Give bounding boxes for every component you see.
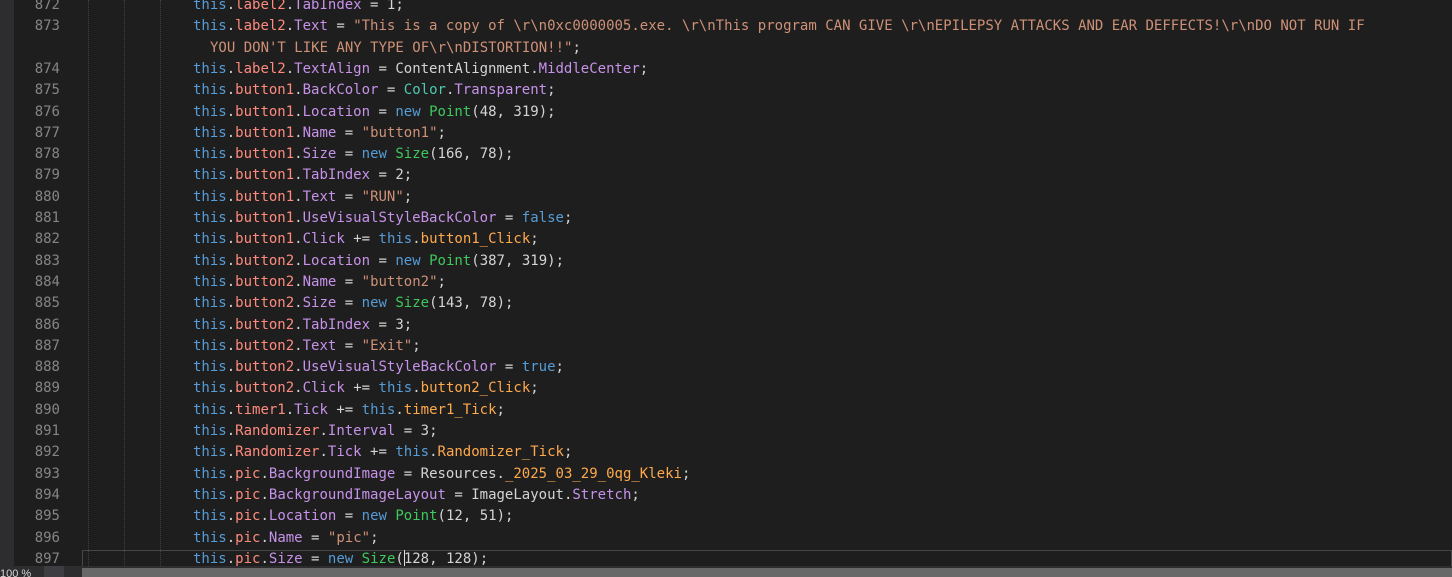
line-number: 874: [34, 60, 60, 77]
code-text[interactable]: this.pic.BackgroundImageLayout = ImageLa…: [193, 485, 640, 506]
code-text[interactable]: this.timer1.Tick += this.timer1_Tick;: [193, 400, 505, 421]
line-number: 881: [34, 210, 60, 226]
code-text[interactable]: this.button1.TabIndex = 2;: [193, 165, 412, 186]
line-number: 883: [34, 252, 60, 269]
code-line[interactable]: 893 this.pic.BackgroundImage = Resources.…: [0, 464, 1452, 485]
code-text[interactable]: this.Randomizer.Tick += this.Randomizer_…: [193, 442, 572, 463]
code-line[interactable]: 892 this.Randomizer.Tick += this.Randomiz…: [0, 442, 1452, 463]
code-line-wrapped[interactable]: YOU DON'T LIKE ANY TYPE OF\r\nDISTORTION…: [0, 38, 1452, 59]
line-number: 875: [34, 82, 60, 99]
line-number: 872: [34, 0, 60, 13]
code-text[interactable]: this.pic.BackgroundImage = Resources._20…: [193, 464, 690, 485]
code-line[interactable]: 891 this.Randomizer.Interval = 3;: [0, 421, 1452, 442]
line-number: 879: [34, 167, 60, 184]
line-number: 886: [34, 316, 60, 333]
line-number: 889: [34, 380, 60, 397]
code-line[interactable]: 896 this.pic.Name = "pic";: [0, 528, 1452, 549]
line-number: 891: [34, 423, 60, 439]
code-text[interactable]: this.button2.Text = "Exit";: [193, 336, 421, 357]
code-line[interactable]: 878 this.button1.Size = new Size(166, 78)…: [0, 144, 1452, 165]
zoom-level[interactable]: 100 %: [0, 569, 31, 577]
code-line[interactable]: 873 this.label2.Text = "This is a copy of…: [0, 16, 1452, 37]
code-text[interactable]: this.button1.Size = new Size(166, 78);: [193, 144, 513, 165]
line-number: 897: [34, 550, 60, 566]
status-bar: 100 %: [0, 566, 1452, 577]
code-line[interactable]: 884 this.button2.Name = "button2";: [0, 272, 1452, 293]
line-number: 896: [34, 529, 60, 546]
code-line[interactable]: 875 this.button1.BackColor = Color.Transp…: [0, 80, 1452, 101]
code-text[interactable]: this.label2.TextAlign = ContentAlignment…: [193, 59, 648, 80]
code-text[interactable]: this.button1.Location = new Point(48, 31…: [193, 102, 556, 123]
code-text[interactable]: this.button1.Text = "RUN";: [193, 187, 412, 208]
line-number: 890: [34, 401, 60, 418]
scrollbar-thumb[interactable]: [82, 568, 1452, 577]
code-line[interactable]: 887 this.button2.Text = "Exit";: [0, 336, 1452, 357]
code-editor[interactable]: 872 this.label2.TabIndex = 1; 873 this.labe…: [0, 0, 1452, 566]
code-text[interactable]: this.button2.UseVisualStyleBackColor = t…: [193, 357, 564, 378]
code-line[interactable]: 872 this.label2.TabIndex = 1;: [0, 0, 1452, 16]
code-text-continuation[interactable]: YOU DON'T LIKE ANY TYPE OF\r\nDISTORTION…: [210, 38, 581, 59]
code-text[interactable]: this.button2.Name = "button2";: [193, 272, 446, 293]
line-number: 877: [34, 124, 60, 141]
code-text[interactable]: this.label2.Text = "This is a copy of \r…: [193, 16, 1365, 37]
code-line[interactable]: 895 this.pic.Location = new Point(12, 51)…: [0, 506, 1452, 527]
code-line[interactable]: 880 this.button1.Text = "RUN";: [0, 187, 1452, 208]
code-line[interactable]: 897 this.pic.Size = new Size(128, 128);: [0, 549, 1452, 566]
code-text[interactable]: this.button1.BackColor = Color.Transpare…: [193, 80, 556, 101]
code-line[interactable]: 877 this.button1.Name = "button1";: [0, 123, 1452, 144]
line-number: 882: [34, 231, 60, 248]
code-text[interactable]: this.Randomizer.Interval = 3;: [193, 421, 438, 442]
code-line[interactable]: 886 this.button2.TabIndex = 3;: [0, 315, 1452, 336]
zoom-dropdown-button[interactable]: [44, 566, 64, 577]
code-text[interactable]: this.button1.UseVisualStyleBackColor = f…: [193, 208, 572, 229]
line-number: 892: [34, 444, 60, 461]
code-line[interactable]: 885 this.button2.Size = new Size(143, 78)…: [0, 293, 1452, 314]
code-line[interactable]: 879 this.button1.TabIndex = 2;: [0, 165, 1452, 186]
code-line[interactable]: 881 this.button1.UseVisualStyleBackColor …: [0, 208, 1452, 229]
code-text[interactable]: this.pic.Size = new Size(128, 128);: [193, 549, 488, 566]
code-line[interactable]: 882 this.button1.Click += this.button1_Cl…: [0, 229, 1452, 250]
code-text[interactable]: this.button2.TabIndex = 3;: [193, 315, 412, 336]
line-number: 888: [34, 359, 60, 376]
horizontal-scrollbar[interactable]: [82, 568, 1452, 577]
line-number: 885: [34, 295, 60, 312]
code-line[interactable]: 876 this.button1.Location = new Point(48,…: [0, 102, 1452, 123]
line-number: 893: [34, 465, 60, 482]
line-number: 887: [34, 337, 60, 354]
code-line[interactable]: 889 this.button2.Click += this.button2_Cl…: [0, 378, 1452, 399]
code-text[interactable]: this.pic.Location = new Point(12, 51);: [193, 506, 513, 527]
code-text[interactable]: this.label2.TabIndex = 1;: [193, 0, 404, 16]
code-text[interactable]: this.button1.Click += this.button1_Click…: [193, 229, 539, 250]
code-line[interactable]: 888 this.button2.UseVisualStyleBackColor …: [0, 357, 1452, 378]
code-line[interactable]: 890 this.timer1.Tick += this.timer1_Tick;: [0, 400, 1452, 421]
code-text[interactable]: this.button2.Location = new Point(387, 3…: [193, 251, 564, 272]
line-number: 894: [34, 486, 60, 503]
code-text[interactable]: this.button1.Name = "button1";: [193, 123, 446, 144]
code-text[interactable]: this.button2.Size = new Size(143, 78);: [193, 293, 513, 314]
line-number: 895: [34, 508, 60, 525]
code-text[interactable]: this.pic.Name = "pic";: [193, 528, 379, 549]
line-number: 873: [34, 18, 60, 35]
line-number: 876: [34, 103, 60, 120]
code-line[interactable]: 874 this.label2.TextAlign = ContentAlignm…: [0, 59, 1452, 80]
line-number: 884: [34, 273, 60, 290]
code-line[interactable]: 883 this.button2.Location = new Point(387…: [0, 251, 1452, 272]
code-text[interactable]: this.button2.Click += this.button2_Click…: [193, 378, 539, 399]
line-number: 880: [34, 188, 60, 205]
line-number: 878: [34, 146, 60, 163]
code-line[interactable]: 894 this.pic.BackgroundImageLayout = Imag…: [0, 485, 1452, 506]
